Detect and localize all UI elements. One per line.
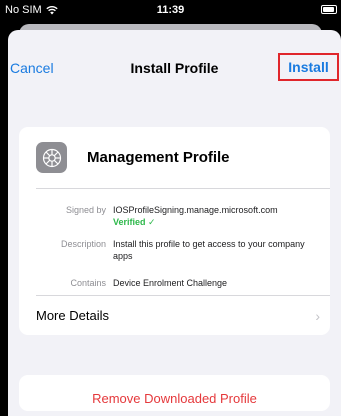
profile-card: Management Profile Signed by IOSProfileS… [19, 127, 330, 335]
install-button[interactable]: Install [278, 53, 339, 81]
contains-label: Contains [70, 278, 106, 288]
chevron-right-icon: › [315, 308, 320, 324]
signed-by-value: IOSProfileSigning.manage.microsoft.com V… [113, 204, 325, 228]
signer-name: IOSProfileSigning.manage.microsoft.com [113, 205, 278, 215]
nav-bar: Cancel Install Profile Install [8, 30, 341, 105]
remove-profile-label: Remove Downloaded Profile [92, 391, 257, 406]
signed-by-label: Signed by [65, 205, 106, 215]
remove-profile-button[interactable]: Remove Downloaded Profile [19, 375, 330, 411]
divider [36, 295, 330, 296]
description-label: Description [60, 239, 106, 249]
battery-icon [321, 5, 337, 14]
contains-value: Device Enrolment Challenge [113, 278, 228, 288]
verified-badge: Verified ✓ [113, 217, 156, 227]
profile-name: Management Profile [87, 149, 230, 166]
profile-header: Management Profile [36, 142, 230, 173]
status-bar: No SIM 11:39 [0, 0, 341, 22]
gear-icon [36, 142, 67, 173]
install-profile-sheet: Cancel Install Profile Install Managemen… [8, 30, 341, 416]
more-details-button[interactable]: More Details [36, 308, 109, 323]
divider [36, 188, 330, 189]
description-value: Install this profile to get access to yo… [113, 239, 305, 261]
status-time: 11:39 [156, 4, 185, 16]
